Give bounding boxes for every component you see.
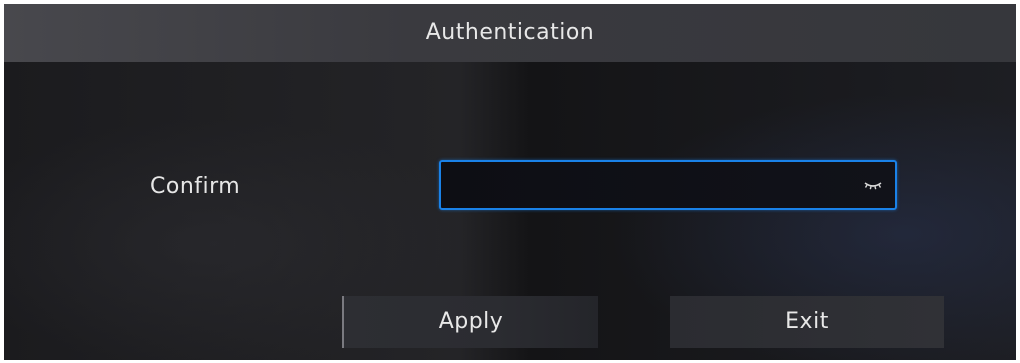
- dialog-title: Authentication: [425, 20, 595, 45]
- apply-button[interactable]: Apply: [342, 296, 598, 348]
- confirm-password-input[interactable]: [441, 162, 895, 208]
- confirm-label: Confirm: [150, 174, 241, 199]
- dialog-titlebar: Authentication: [4, 4, 1016, 62]
- exit-button[interactable]: Exit: [670, 296, 944, 348]
- confirm-password-field[interactable]: [439, 160, 897, 210]
- hidden-password-icon[interactable]: [863, 178, 883, 192]
- authentication-dialog: Authentication Confirm Apply Exit: [4, 4, 1016, 360]
